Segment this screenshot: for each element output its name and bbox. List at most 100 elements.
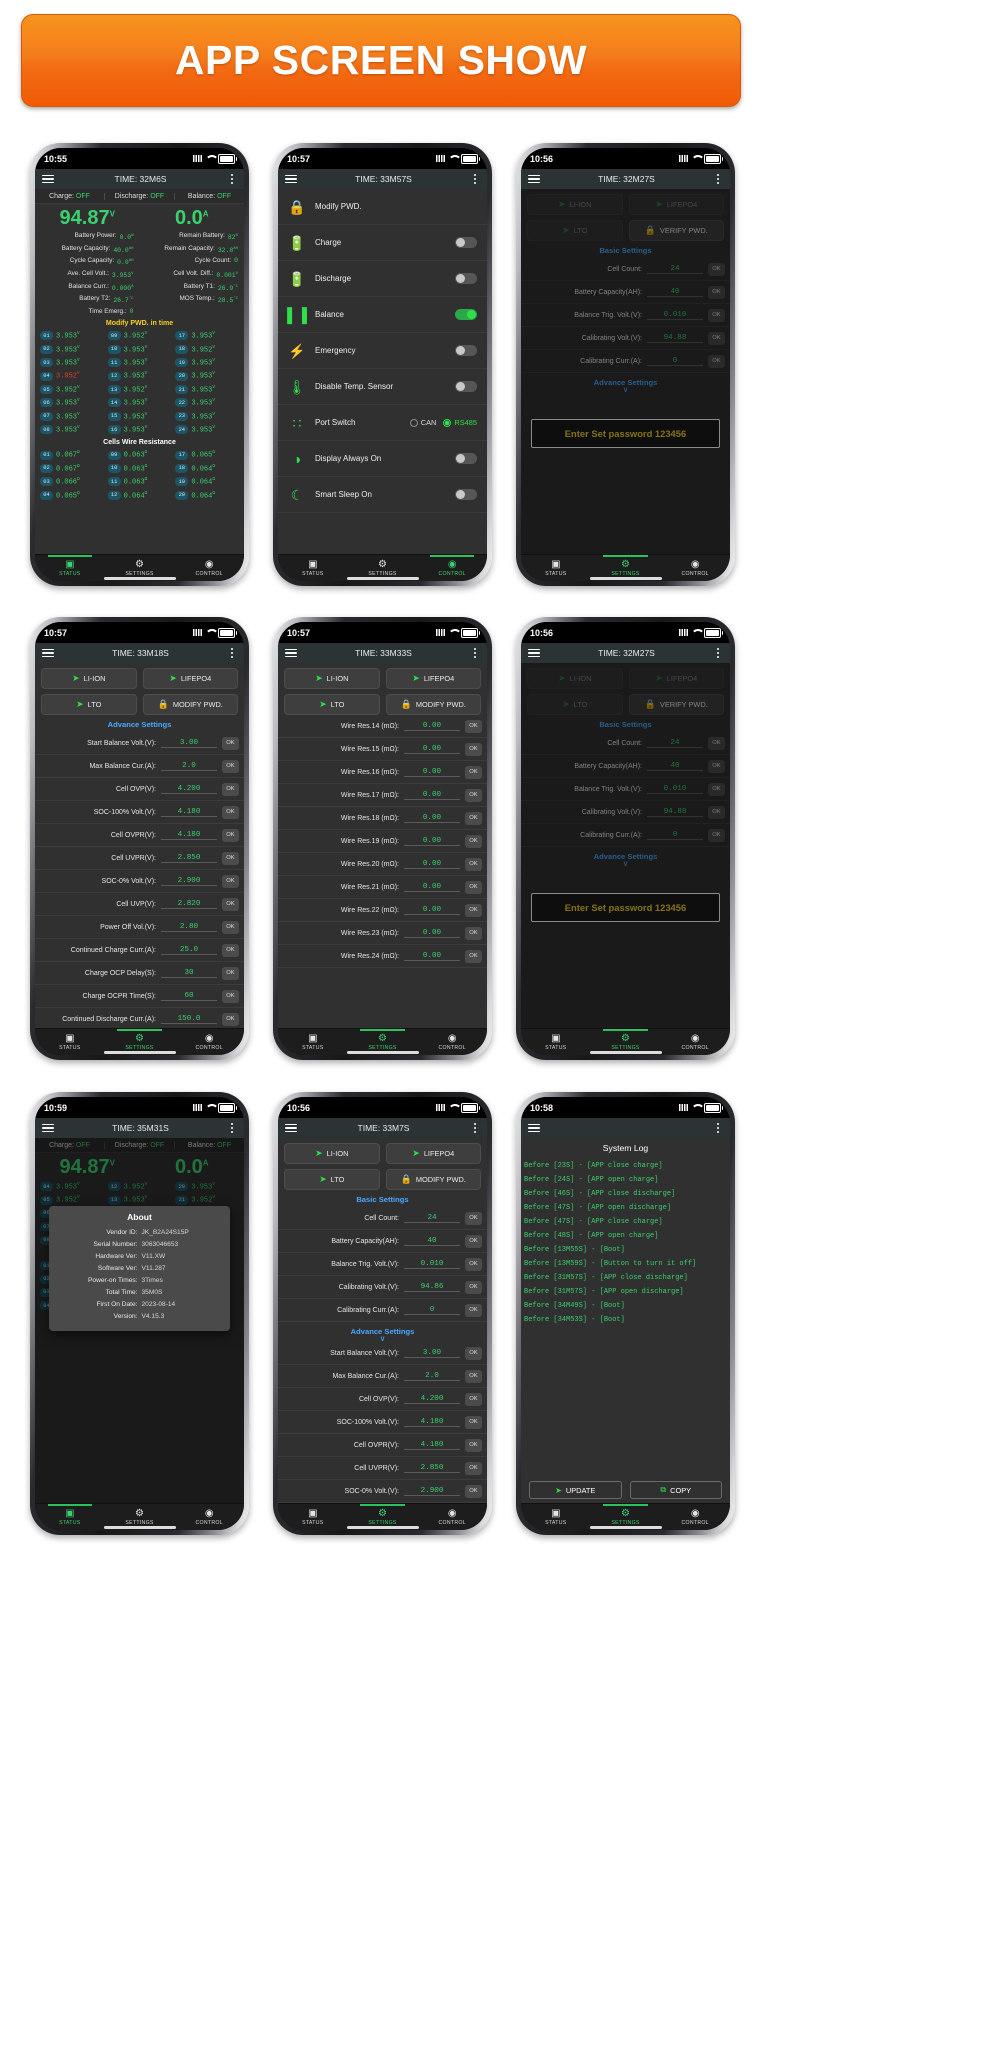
field-ok-button[interactable]: OK	[465, 1438, 482, 1452]
field-value[interactable]: 2.0	[161, 762, 217, 771]
field-value[interactable]: 0.00	[404, 860, 460, 869]
setting-row-display-always-on[interactable]: ◑ Display Always On	[278, 441, 487, 477]
overflow-menu-icon[interactable]	[713, 173, 723, 185]
menu-icon[interactable]	[285, 648, 297, 658]
field-ok-button[interactable]: OK	[222, 966, 239, 980]
field-value[interactable]: 3.00	[404, 1349, 460, 1358]
field-ok-button[interactable]: OK	[708, 736, 725, 750]
tab-control[interactable]: ◉ CONTROL	[174, 1504, 244, 1530]
field-ok-button[interactable]: OK	[708, 805, 725, 819]
tab-control[interactable]: ◉ CONTROL	[174, 555, 244, 581]
tab-status[interactable]: ▣ STATUS	[35, 1029, 105, 1055]
field-ok-button[interactable]: OK	[465, 880, 482, 894]
field-value[interactable]: 0.00	[404, 791, 460, 800]
field-ok-button[interactable]: OK	[708, 331, 725, 345]
field-ok-button[interactable]: OK	[465, 1303, 482, 1317]
tab-status[interactable]: ▣ STATUS	[521, 1504, 591, 1530]
field-ok-button[interactable]: OK	[465, 765, 482, 779]
menu-icon[interactable]	[42, 1123, 54, 1133]
setting-toggle[interactable]	[455, 273, 477, 284]
field-ok-button[interactable]: OK	[222, 989, 239, 1003]
field-value[interactable]: 4.180	[161, 831, 217, 840]
chip-verify-pwd-[interactable]: 🔒 VERIFY PWD.	[628, 694, 724, 715]
setting-toggle[interactable]	[455, 309, 477, 320]
field-value[interactable]: 0.00	[404, 952, 460, 961]
field-ok-button[interactable]: OK	[465, 1415, 482, 1429]
field-value[interactable]: 30	[161, 969, 217, 978]
chip-li-ion[interactable]: ➤ LI-ION	[41, 668, 137, 689]
field-value[interactable]: 94.86	[404, 1283, 460, 1292]
field-ok-button[interactable]: OK	[465, 719, 482, 733]
field-ok-button[interactable]: OK	[222, 897, 239, 911]
overflow-menu-icon[interactable]	[470, 647, 480, 659]
setting-row-charge[interactable]: 🔋 Charge	[278, 225, 487, 261]
field-value[interactable]: 2.0	[404, 1372, 460, 1381]
field-value[interactable]: 0.00	[404, 837, 460, 846]
chip-verify-pwd-[interactable]: 🔒 VERIFY PWD.	[628, 220, 724, 241]
setting-toggle[interactable]	[455, 237, 477, 248]
tab-control[interactable]: ◉ CONTROL	[417, 1029, 487, 1055]
tab-status[interactable]: ▣ STATUS	[278, 1029, 348, 1055]
setting-row-disable-temp-sensor[interactable]: 🌡 Disable Temp. Sensor	[278, 369, 487, 405]
field-value[interactable]: 0.00	[404, 814, 460, 823]
chip-modify-pwd-[interactable]: 🔒 MODIFY PWD.	[385, 1169, 481, 1190]
field-value[interactable]: 0.00	[404, 929, 460, 938]
overflow-menu-icon[interactable]	[470, 173, 480, 185]
setting-row-port-switch[interactable]: ∷ Port Switch CAN RS485	[278, 405, 487, 441]
field-value[interactable]: 60	[161, 992, 217, 1001]
tab-control[interactable]: ◉ CONTROL	[660, 1504, 730, 1530]
overflow-menu-icon[interactable]	[713, 1122, 723, 1134]
field-ok-button[interactable]: OK	[222, 851, 239, 865]
field-value[interactable]: 24	[647, 265, 703, 274]
chip-li-ion[interactable]: ➤ LI-ION	[527, 668, 623, 689]
setting-row-balance[interactable]: ▌▐ Balance	[278, 297, 487, 333]
field-value[interactable]: 40	[647, 288, 703, 297]
tab-control[interactable]: ◉ CONTROL	[660, 1029, 730, 1055]
field-ok-button[interactable]: OK	[222, 874, 239, 888]
field-value[interactable]: 150.0	[161, 1015, 217, 1024]
chip-lifepo4[interactable]: ➤ LIFEPO4	[628, 668, 724, 689]
radio-option-rs485[interactable]: RS485	[443, 418, 477, 427]
field-value[interactable]: 0	[404, 1306, 460, 1315]
field-ok-button[interactable]: OK	[222, 805, 239, 819]
field-value[interactable]: 0.010	[647, 785, 703, 794]
chip-lifepo4[interactable]: ➤ LIFEPO4	[385, 668, 481, 689]
tab-status[interactable]: ▣ STATUS	[521, 555, 591, 581]
setting-toggle[interactable]	[455, 345, 477, 356]
tab-control[interactable]: ◉ CONTROL	[660, 555, 730, 581]
field-ok-button[interactable]: OK	[708, 308, 725, 322]
field-ok-button[interactable]: OK	[465, 1461, 482, 1475]
field-value[interactable]: 0.010	[647, 311, 703, 320]
field-ok-button[interactable]: OK	[465, 926, 482, 940]
field-ok-button[interactable]: OK	[465, 834, 482, 848]
chip-lifepo4[interactable]: ➤ LIFEPO4	[628, 194, 724, 215]
field-ok-button[interactable]: OK	[222, 920, 239, 934]
field-value[interactable]: 25.0	[161, 946, 217, 955]
field-ok-button[interactable]: OK	[465, 1280, 482, 1294]
field-ok-button[interactable]: OK	[465, 1234, 482, 1248]
tab-status[interactable]: ▣ STATUS	[278, 555, 348, 581]
setting-row-modify-pwd-[interactable]: 🔒 Modify PWD.	[278, 189, 487, 225]
tab-control[interactable]: ◉ CONTROL	[174, 1029, 244, 1055]
field-ok-button[interactable]: OK	[708, 262, 725, 276]
chip-li-ion[interactable]: ➤ LI-ION	[527, 194, 623, 215]
menu-icon[interactable]	[285, 1123, 297, 1133]
field-value[interactable]: 4.200	[161, 785, 217, 794]
field-ok-button[interactable]: OK	[465, 788, 482, 802]
field-value[interactable]: 0.00	[404, 745, 460, 754]
menu-icon[interactable]	[42, 648, 54, 658]
field-ok-button[interactable]: OK	[222, 782, 239, 796]
field-ok-button[interactable]: OK	[708, 828, 725, 842]
field-value[interactable]: 2.900	[161, 877, 217, 886]
field-ok-button[interactable]: OK	[708, 354, 725, 368]
field-value[interactable]: 94.88	[647, 808, 703, 817]
field-value[interactable]: 0.00	[404, 906, 460, 915]
field-ok-button[interactable]: OK	[222, 1012, 239, 1026]
field-ok-button[interactable]: OK	[465, 1369, 482, 1383]
field-ok-button[interactable]: OK	[465, 903, 482, 917]
field-ok-button[interactable]: OK	[465, 1211, 482, 1225]
field-value[interactable]: 24	[647, 739, 703, 748]
setting-row-smart-sleep-on[interactable]: ☾ Smart Sleep On	[278, 477, 487, 513]
field-value[interactable]: 4.180	[404, 1418, 460, 1427]
menu-icon[interactable]	[285, 174, 297, 184]
